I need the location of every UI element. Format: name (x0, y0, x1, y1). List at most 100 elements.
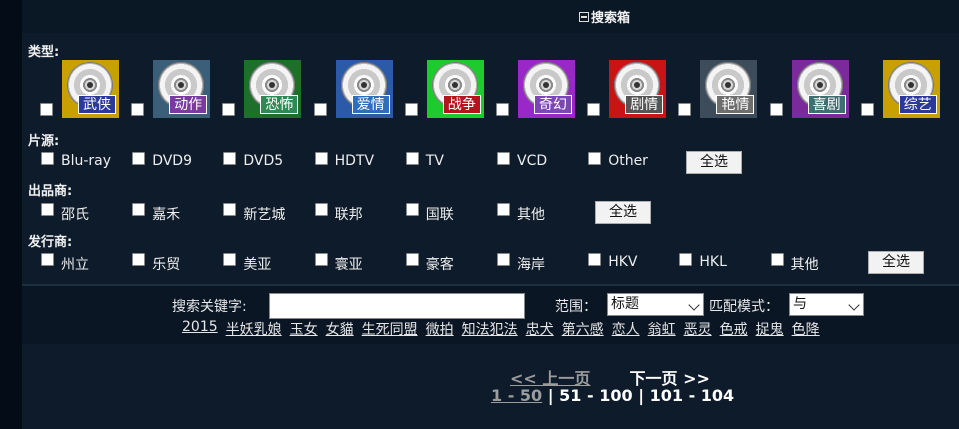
producer-checkbox[interactable] (314, 203, 328, 216)
producer-checkbox[interactable] (132, 203, 146, 216)
producer-option-label: 嘉禾 (152, 207, 181, 223)
scope-label: 范围： (555, 299, 597, 315)
distributor-option-label: 海岸 (517, 257, 545, 273)
genre-label: 剧情 (625, 95, 664, 114)
source-checkbox[interactable] (497, 152, 510, 165)
keyword-link[interactable]: 恋人 (612, 319, 640, 339)
keyword-link[interactable]: 玉女 (290, 319, 318, 339)
source-checkbox[interactable] (588, 152, 602, 165)
search-box-title[interactable]: 搜索箱 (579, 7, 630, 26)
distributor-label: 发行商: (28, 235, 73, 250)
distributor-checkbox[interactable] (405, 253, 419, 266)
keyword-input[interactable] (269, 293, 525, 319)
genre-label: 爱情 (351, 95, 390, 114)
source-checkbox[interactable] (314, 152, 328, 165)
keyword-link[interactable]: 捉鬼 (756, 319, 784, 339)
source-option-label: Blu-ray (61, 153, 112, 169)
match-mode-label: 匹配模式： (709, 299, 779, 315)
genre-checkbox[interactable] (40, 103, 53, 116)
match-mode-value: 与 (793, 296, 807, 312)
genre-checkbox[interactable] (860, 103, 874, 116)
search-panel: 搜索关键字: 范围： 标题 匹配模式： 与 2015 半妖乳娘 玉女 女貓 生死同盟 微拍… (22, 286, 959, 344)
hot-keywords: 2015 半妖乳娘 玉女 女貓 生死同盟 微拍 知法犯法 忠犬 第六感 恋人 翁虹 恶灵 色戒 捉鬼 色降 (182, 319, 828, 339)
producer-option-label: 邵氏 (61, 207, 89, 223)
genre-checkbox[interactable] (678, 103, 692, 116)
distributor-option-label: 美亚 (243, 257, 272, 273)
genre-item[interactable]: 战争 (426, 60, 484, 118)
genre-label: 动作 (169, 95, 208, 114)
producer-label: 出品商: (28, 184, 73, 199)
distributor-checkbox[interactable] (314, 253, 328, 266)
keyword-link[interactable]: 微拍 (426, 319, 454, 339)
page-link[interactable]: 1 - 50 (491, 386, 542, 405)
genre-checkbox[interactable] (404, 103, 418, 116)
collapse-icon[interactable] (579, 11, 589, 22)
genre-label: 战争 (442, 95, 481, 114)
distributor-option-label: 寰亚 (334, 257, 363, 273)
distributor-checkbox[interactable] (41, 253, 54, 266)
select-all-distributors-button[interactable]: 全选 (868, 251, 924, 274)
distributor-checkbox[interactable] (497, 253, 510, 266)
source-checkbox[interactable] (405, 152, 419, 165)
source-checkbox[interactable] (223, 152, 237, 165)
genre-item[interactable]: 剧情 (609, 60, 667, 118)
keyword-link[interactable]: 半妖乳娘 (226, 319, 282, 339)
page-separator: | (632, 386, 650, 405)
source-option-label: VCD (517, 153, 548, 169)
page-link[interactable]: 51 - 100 (559, 386, 632, 405)
keyword-link[interactable]: 忠犬 (526, 319, 554, 339)
distributor-option-label: 乐贸 (152, 257, 181, 273)
genre-label: 艳情 (716, 95, 755, 114)
distributor-checkbox[interactable] (132, 253, 146, 266)
producer-checkbox[interactable] (405, 203, 419, 216)
genre-checkbox[interactable] (769, 103, 783, 116)
keyword-link[interactable]: 生死同盟 (362, 319, 418, 339)
producer-checkbox[interactable] (41, 203, 54, 216)
page-link[interactable]: 101 - 104 (650, 386, 735, 405)
source-label: 片源: (28, 134, 60, 149)
distributor-checkbox[interactable] (679, 253, 693, 266)
distributor-checkbox[interactable] (588, 253, 602, 266)
genre-item[interactable]: 武侠 (62, 60, 119, 118)
producer-option-label: 新艺城 (243, 207, 286, 223)
page-separator: | (542, 386, 560, 405)
genre-item[interactable]: 综艺 (882, 60, 940, 118)
keyword-label: 搜索关键字: (172, 299, 247, 315)
genre-item[interactable]: 奇幻 (518, 60, 575, 118)
search-box-header: 搜索箱 (22, 0, 959, 33)
genre-checkbox[interactable] (313, 103, 327, 116)
scope-value: 标题 (611, 296, 639, 312)
keyword-link[interactable]: 色降 (792, 319, 820, 339)
select-all-sources-button[interactable]: 全选 (686, 151, 742, 174)
source-option-label: DVD5 (243, 153, 284, 169)
keyword-link[interactable]: 恶灵 (684, 319, 712, 339)
genre-item[interactable]: 艳情 (700, 60, 758, 118)
distributor-checkbox[interactable] (770, 253, 784, 266)
distributor-option-label: HKV (608, 254, 638, 270)
producer-option-label: 国联 (425, 207, 454, 223)
source-option-label: Other (608, 153, 648, 169)
source-checkbox[interactable] (41, 152, 54, 165)
genre-item[interactable]: 动作 (153, 60, 211, 118)
distributor-option-label: 豪客 (425, 257, 454, 273)
keyword-link[interactable]: 女貓 (326, 319, 354, 339)
keyword-link[interactable]: 色戒 (720, 319, 748, 339)
keyword-link[interactable]: 2015 (182, 319, 218, 339)
genre-checkbox[interactable] (131, 103, 145, 116)
genre-item[interactable]: 爱情 (335, 60, 393, 118)
producer-checkbox[interactable] (497, 203, 510, 216)
keyword-link[interactable]: 知法犯法 (462, 319, 518, 339)
match-mode-select[interactable]: 与 (789, 293, 864, 316)
genre-checkbox[interactable] (222, 103, 236, 116)
scope-select[interactable]: 标题 (607, 293, 704, 316)
genre-checkbox[interactable] (587, 103, 601, 116)
keyword-link[interactable]: 翁虹 (648, 319, 676, 339)
genre-item[interactable]: 喜剧 (791, 60, 849, 118)
select-all-producers-button[interactable]: 全选 (595, 201, 651, 224)
keyword-link[interactable]: 第六感 (562, 319, 604, 339)
genre-item[interactable]: 恐怖 (244, 60, 302, 118)
producer-checkbox[interactable] (223, 203, 237, 216)
genre-checkbox[interactable] (496, 103, 509, 116)
distributor-checkbox[interactable] (223, 253, 237, 266)
source-checkbox[interactable] (132, 152, 146, 165)
